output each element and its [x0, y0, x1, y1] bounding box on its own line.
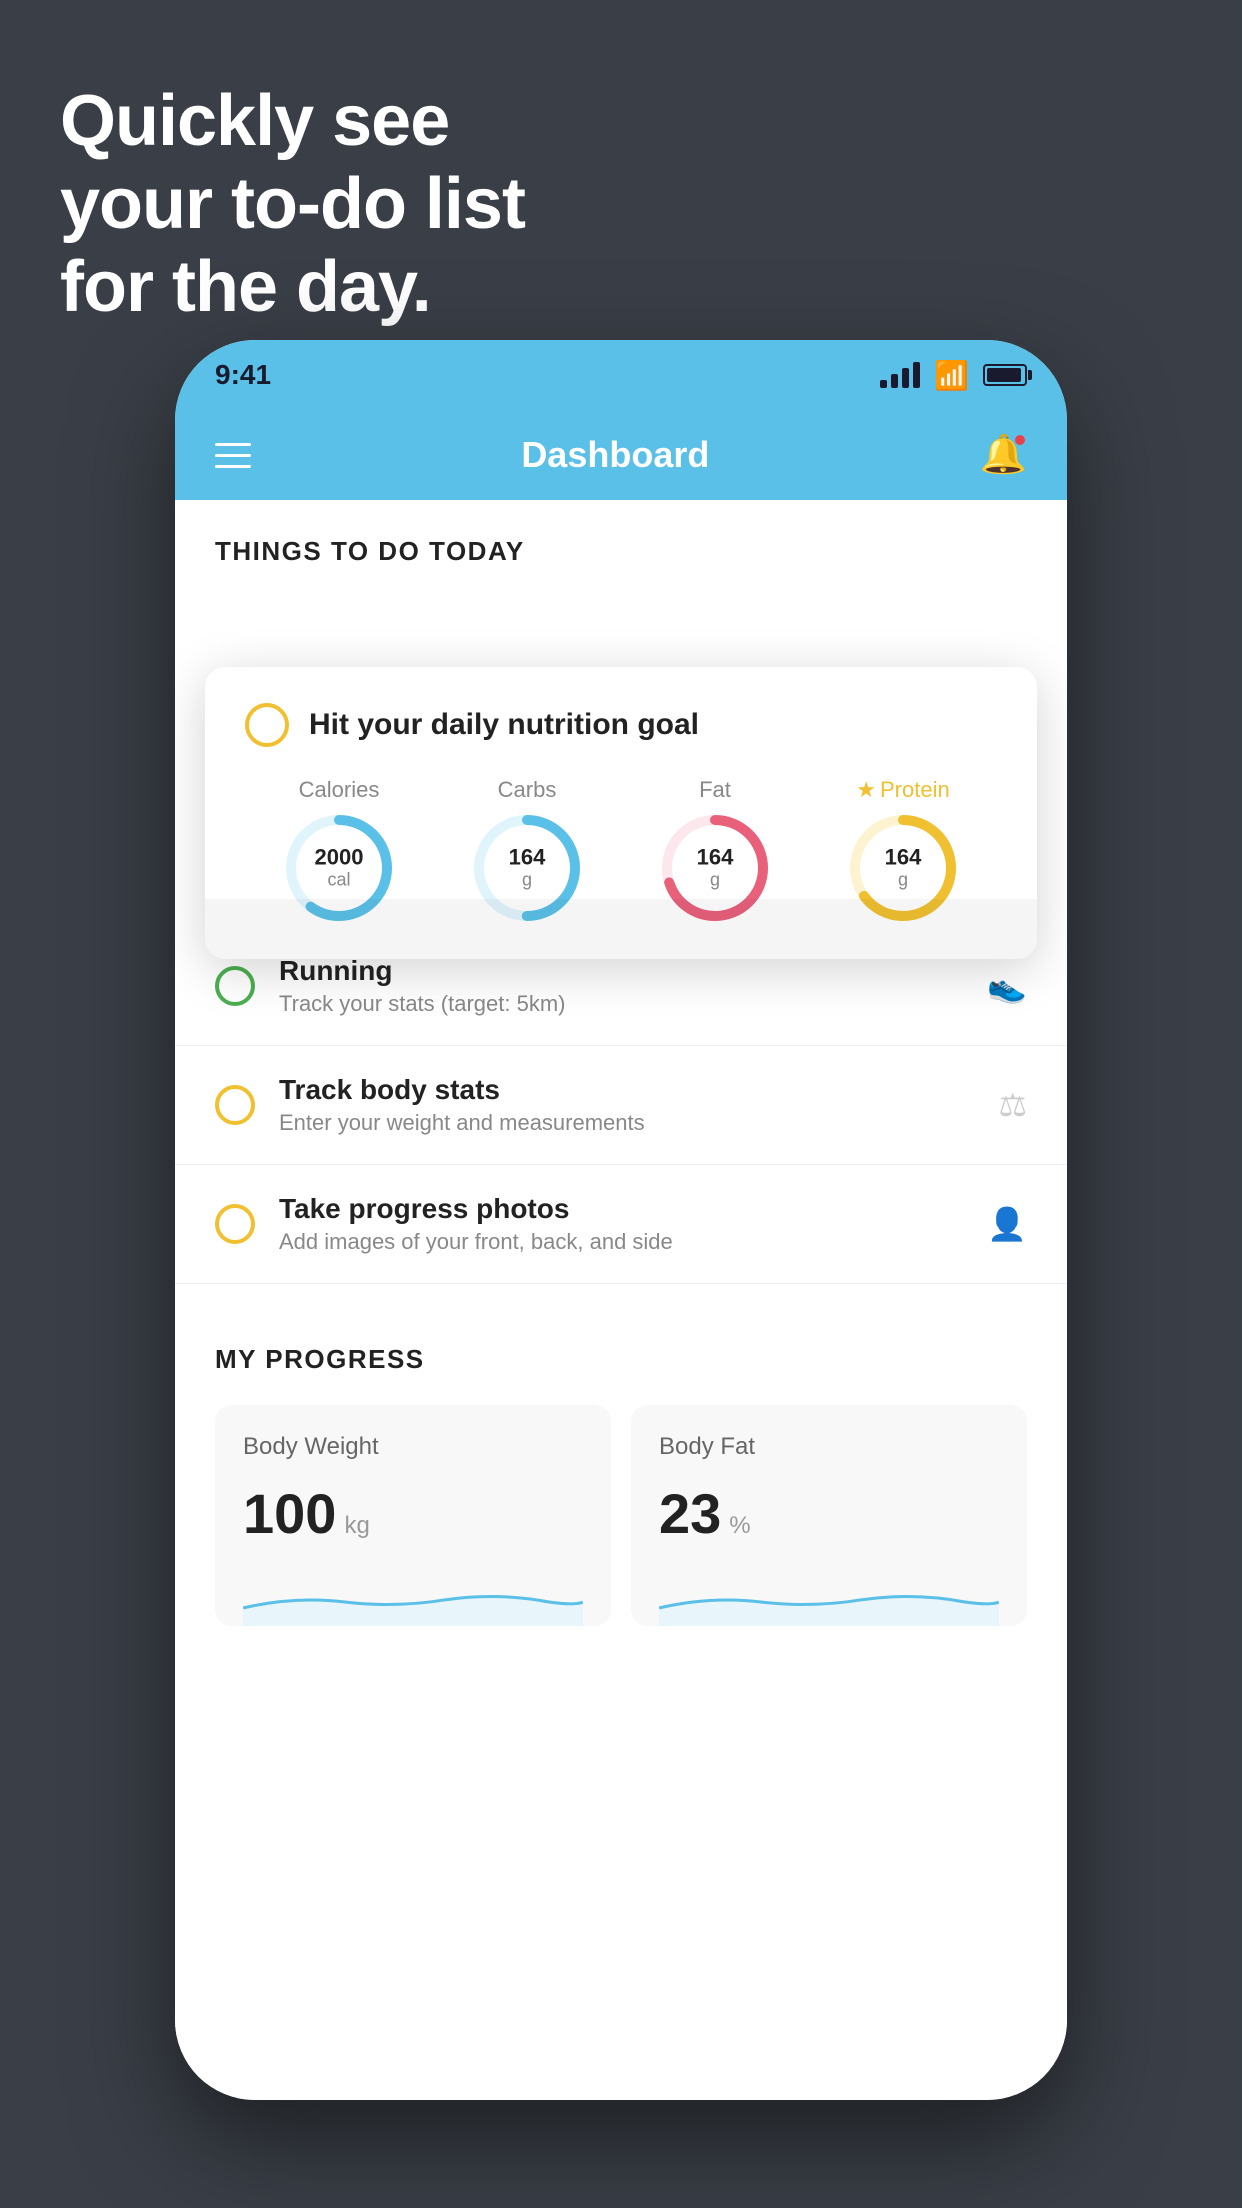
headline-line1: Quickly see	[60, 80, 525, 163]
todo-title-running: Running	[279, 955, 963, 987]
todo-icon-progress-photos: 👤	[987, 1205, 1027, 1243]
content-area: THINGS TO DO TODAY Hit your daily nutrit…	[175, 500, 1067, 2100]
todo-title-progress-photos: Take progress photos	[279, 1193, 963, 1225]
macro-value: 164	[509, 845, 546, 869]
todo-subtitle-progress-photos: Add images of your front, back, and side	[279, 1229, 963, 1255]
notification-button[interactable]: 🔔	[980, 433, 1027, 477]
macro-unit: g	[898, 870, 908, 890]
todo-circle-body-stats	[215, 1085, 255, 1125]
progress-unit: %	[729, 1512, 750, 1540]
todo-subtitle-body-stats: Enter your weight and measurements	[279, 1110, 974, 1136]
macro-label-calories: Calories	[299, 777, 380, 803]
macro-value: 164	[885, 845, 922, 869]
macro-unit: cal	[327, 870, 350, 890]
progress-card-title: Body Fat	[659, 1433, 999, 1461]
nutrition-card-header: Hit your daily nutrition goal	[245, 703, 997, 747]
todo-item-body-stats[interactable]: Track body stats Enter your weight and m…	[175, 1046, 1067, 1165]
progress-card-body-weight[interactable]: Body Weight 100 kg	[215, 1405, 611, 1626]
todo-circle-progress-photos	[215, 1204, 255, 1244]
todo-item-progress-photos[interactable]: Take progress photos Add images of your …	[175, 1165, 1067, 1284]
progress-value: 100	[243, 1481, 336, 1546]
progress-card-body-fat[interactable]: Body Fat 23 %	[631, 1405, 1027, 1626]
macro-label-carbs: Carbs	[498, 777, 557, 803]
nutrition-title: Hit your daily nutrition goal	[309, 708, 699, 742]
signal-icon	[880, 362, 920, 388]
todo-text-progress-photos: Take progress photos Add images of your …	[279, 1193, 963, 1255]
progress-cards: Body Weight 100 kg Body Fat 23 %	[215, 1405, 1027, 1626]
todo-subtitle-running: Track your stats (target: 5km)	[279, 991, 963, 1017]
progress-section: MY PROGRESS Body Weight 100 kg Body Fat …	[175, 1304, 1067, 1666]
hamburger-button[interactable]	[215, 443, 251, 468]
star-icon: ★	[856, 777, 876, 802]
macro-value: 164	[697, 845, 734, 869]
progress-unit: kg	[344, 1512, 369, 1540]
things-to-do-header: THINGS TO DO TODAY	[175, 500, 1067, 587]
macro-value: 2000	[315, 845, 364, 869]
card-shadow	[205, 899, 1037, 959]
status-icons: 📶	[880, 359, 1027, 392]
progress-value-row: 100 kg	[243, 1481, 583, 1546]
wave-chart	[659, 1566, 999, 1626]
phone-mockup: 9:41 📶 Dashboard 🔔 THINGS TO DO TODAY	[175, 340, 1067, 2100]
nutrition-card[interactable]: Hit your daily nutrition goal Calories 2…	[205, 667, 1037, 959]
progress-chart	[659, 1566, 999, 1626]
macro-label-fat: Fat	[699, 777, 731, 803]
notification-dot	[1013, 433, 1027, 447]
headline-line2: your to-do list	[60, 163, 525, 246]
todo-title-body-stats: Track body stats	[279, 1074, 974, 1106]
progress-title: MY PROGRESS	[215, 1344, 1027, 1375]
progress-value: 23	[659, 1481, 721, 1546]
app-header: Dashboard 🔔	[175, 410, 1067, 500]
progress-card-title: Body Weight	[243, 1433, 583, 1461]
nutrition-check-circle	[245, 703, 289, 747]
status-bar: 9:41 📶	[175, 340, 1067, 410]
wave-chart	[243, 1566, 583, 1626]
macro-unit: g	[522, 870, 532, 890]
app-title: Dashboard	[521, 434, 709, 476]
todo-icon-body-stats: ⚖	[998, 1086, 1027, 1124]
headline: Quickly see your to-do list for the day.	[60, 80, 525, 328]
macro-unit: g	[710, 870, 720, 890]
headline-line3: for the day.	[60, 246, 525, 329]
status-time: 9:41	[215, 359, 271, 391]
macro-label-protein: ★Protein	[856, 777, 949, 803]
battery-icon	[983, 364, 1027, 386]
progress-chart	[243, 1566, 583, 1626]
todo-text-body-stats: Track body stats Enter your weight and m…	[279, 1074, 974, 1136]
todo-circle-running	[215, 966, 255, 1006]
todo-list: Running Track your stats (target: 5km) 👟…	[175, 927, 1067, 1284]
todo-icon-running: 👟	[987, 967, 1027, 1005]
todo-text-running: Running Track your stats (target: 5km)	[279, 955, 963, 1017]
wifi-icon: 📶	[934, 359, 969, 392]
progress-value-row: 23 %	[659, 1481, 999, 1546]
